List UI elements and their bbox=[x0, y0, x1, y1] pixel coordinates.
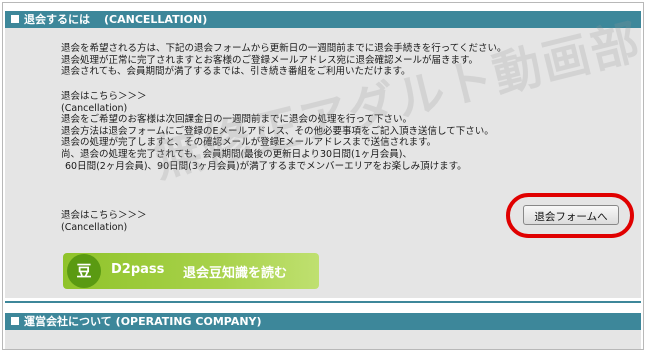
company-panel bbox=[5, 330, 641, 349]
square-bullet-icon bbox=[11, 317, 19, 325]
square-bullet-icon bbox=[11, 15, 19, 23]
cancel-link-sublabel: (Cancellation) bbox=[61, 221, 128, 233]
page-frame: 退会するには (CANCELLATION) 退会を希望される方は、下記の退会フォー… bbox=[2, 2, 644, 350]
section-title: 運営会社について bbox=[24, 315, 112, 328]
banner-brand: D2pass bbox=[111, 262, 165, 277]
cancellation-panel: 退会を希望される方は、下記の退会フォームから更新日の一週間前までに退会手続きを行… bbox=[5, 3, 643, 298]
mame-badge-icon: 豆 bbox=[67, 254, 101, 288]
section-header-company: 運営会社について (OPERATING COMPANY) bbox=[5, 313, 641, 330]
cancel-link-label[interactable]: 退会はこちら＞＞＞ bbox=[61, 210, 147, 222]
cancellation-form-button[interactable]: 退会フォームへ bbox=[523, 205, 619, 225]
banner-label: 退会豆知識を読む bbox=[183, 266, 288, 281]
section-title: 退会するには bbox=[24, 13, 90, 26]
section-subtitle: (OPERATING COMPANY) bbox=[115, 315, 262, 328]
section-divider bbox=[5, 301, 641, 303]
d2pass-banner[interactable]: 豆 D2pass 退会豆知識を読む bbox=[63, 253, 319, 289]
section-subtitle: (CANCELLATION) bbox=[104, 13, 208, 26]
cancel-link-block: 退会はこちら＞＞＞ (Cancellation) bbox=[61, 210, 147, 233]
cancel-info-line: 60日間(2ヶ月会員)、90日間(3ヶ月会員)が満了するまでメンバーエリアをお楽… bbox=[65, 160, 467, 172]
